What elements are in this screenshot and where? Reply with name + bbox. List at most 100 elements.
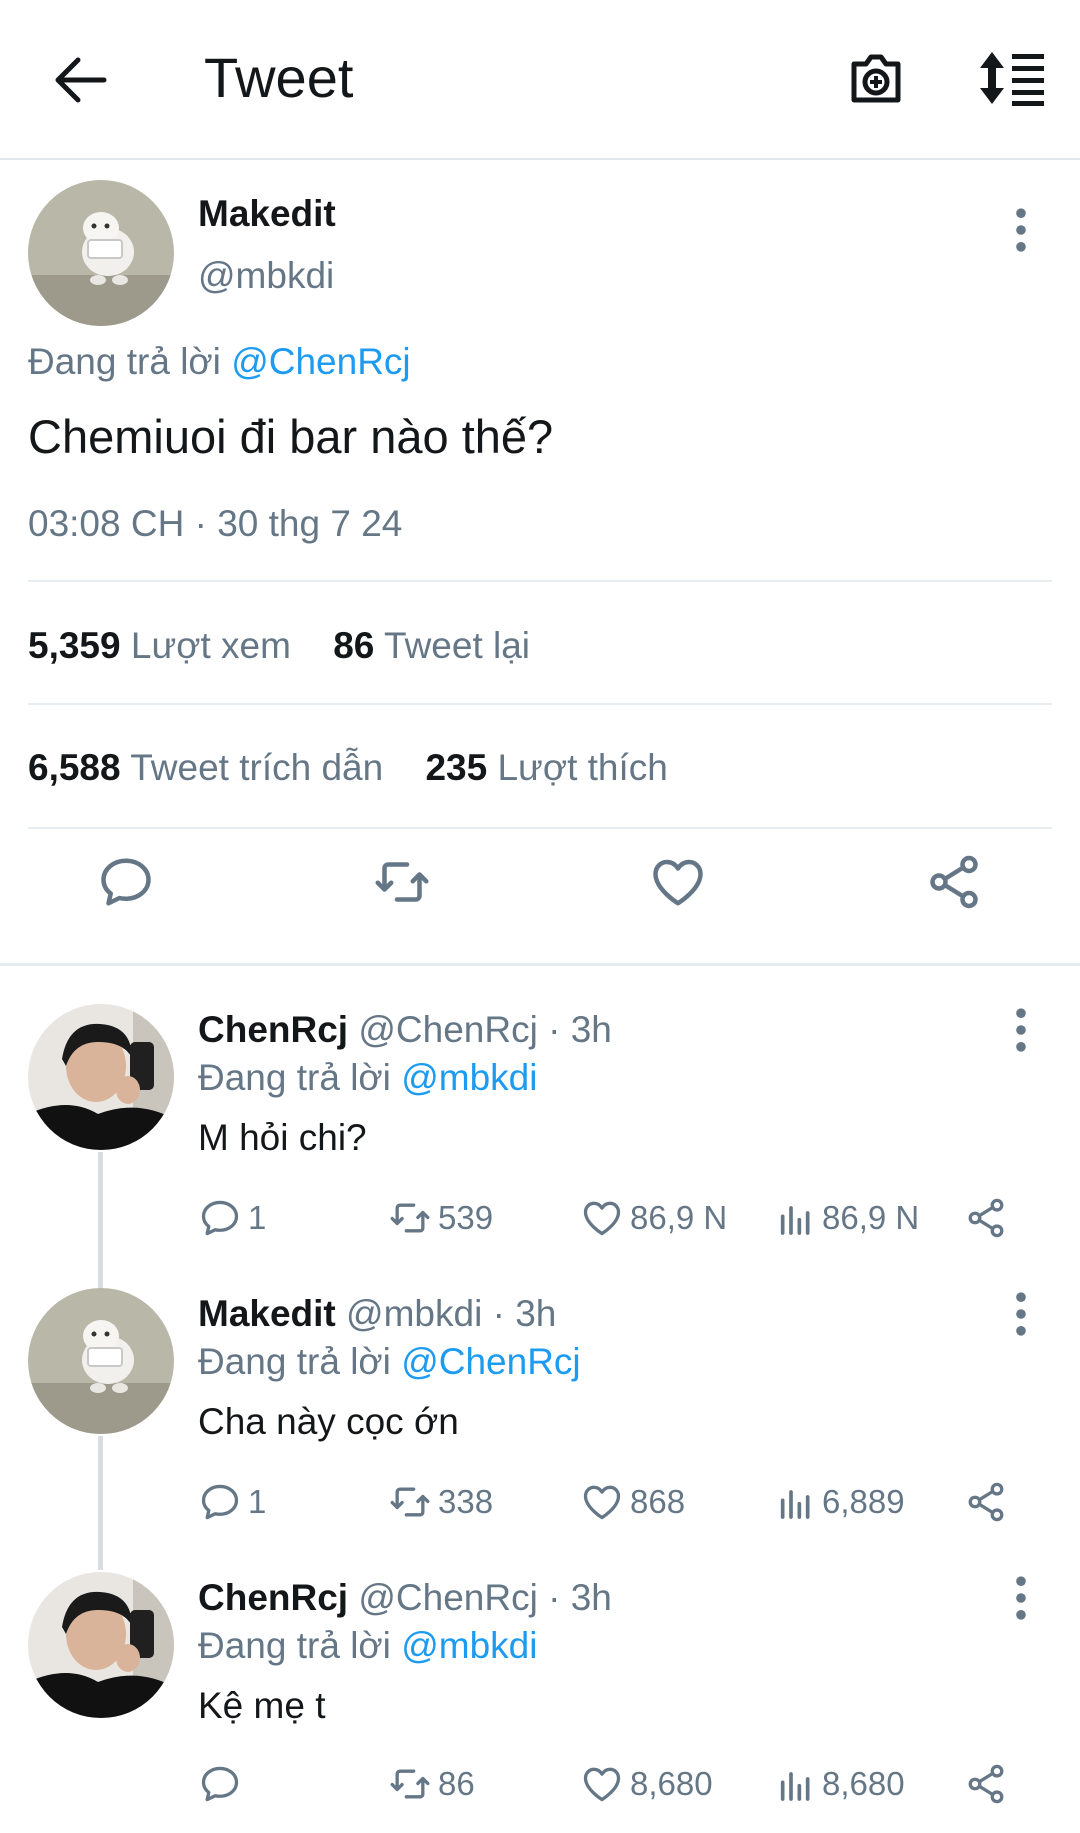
retweets-stat[interactable]: 86 Tweet lại bbox=[333, 625, 530, 666]
views-count: 86,9 N bbox=[822, 1199, 920, 1236]
views-count: 8,680 bbox=[822, 1765, 905, 1802]
share-icon[interactable] bbox=[924, 852, 984, 912]
author-handle[interactable]: @ChenRcj bbox=[358, 1009, 537, 1050]
divider bbox=[28, 703, 1052, 705]
reply-time: · 3h bbox=[492, 1293, 557, 1334]
more-options-icon[interactable] bbox=[1004, 1574, 1038, 1622]
views-icon bbox=[776, 1482, 816, 1522]
author-handle[interactable]: @mbkdi bbox=[198, 254, 334, 298]
reply-time: · 3h bbox=[548, 1009, 612, 1050]
views-button[interactable]: 86,9 N bbox=[776, 1194, 919, 1242]
avatar[interactable] bbox=[28, 1572, 174, 1718]
section-divider bbox=[0, 963, 1080, 966]
like-button[interactable]: 868 bbox=[580, 1478, 685, 1526]
retweet-button[interactable]: 539 bbox=[388, 1194, 493, 1242]
reply-text: Kệ mẹ t bbox=[198, 1685, 326, 1726]
like-button[interactable]: 8,680 bbox=[580, 1760, 713, 1808]
views-button[interactable]: 8,680 bbox=[776, 1760, 905, 1808]
back-arrow-icon[interactable] bbox=[50, 52, 110, 108]
avatar[interactable] bbox=[28, 1004, 174, 1150]
stats-row-2: 6,588 Tweet trích dẫn 235 Lượt thích bbox=[28, 746, 668, 790]
views-count: 5,359 bbox=[28, 625, 121, 666]
like-count: 868 bbox=[630, 1483, 686, 1520]
camera-plus-icon[interactable] bbox=[846, 48, 906, 108]
reply-count: 1 bbox=[248, 1483, 267, 1520]
reply-header: ChenRcj @ChenRcj · 3h bbox=[198, 1008, 612, 1052]
reply-time: · 3h bbox=[548, 1577, 612, 1618]
reply-button[interactable]: 1 bbox=[198, 1478, 266, 1526]
author-name[interactable]: Makedit bbox=[198, 1293, 336, 1334]
replying-prefix: Đang trả lời bbox=[198, 1057, 391, 1098]
likes-count: 235 bbox=[425, 747, 488, 788]
like-count: 8,680 bbox=[630, 1765, 713, 1802]
retweet-icon bbox=[388, 1480, 432, 1524]
more-options-icon[interactable] bbox=[1004, 1006, 1038, 1054]
views-stat[interactable]: 5,359 Lượt xem bbox=[28, 625, 291, 666]
views-icon bbox=[776, 1198, 816, 1238]
reply-header: ChenRcj @ChenRcj · 3h bbox=[198, 1576, 612, 1620]
replying-to: Đang trả lời @ChenRcj bbox=[198, 1340, 581, 1384]
top-app-bar: Tweet bbox=[0, 0, 1080, 160]
replying-to: Đang trả lời @ChenRcj bbox=[28, 340, 411, 384]
retweet-button[interactable]: 86 bbox=[388, 1760, 475, 1808]
thread-connector bbox=[98, 1152, 103, 1292]
share-button[interactable] bbox=[964, 1194, 1014, 1242]
author-handle[interactable]: @mbkdi bbox=[346, 1293, 482, 1334]
likes-label: Lượt thích bbox=[497, 747, 668, 788]
tweet-timestamp: 03:08 CH · 30 thg 7 24 bbox=[28, 503, 403, 544]
reply-count: 1 bbox=[248, 1199, 267, 1236]
replying-prefix: Đang trả lời bbox=[198, 1625, 391, 1666]
avatar[interactable] bbox=[28, 180, 174, 326]
like-button[interactable]: 86,9 N bbox=[580, 1194, 727, 1242]
author-name[interactable]: ChenRcj bbox=[198, 1577, 348, 1618]
more-options-icon[interactable] bbox=[1004, 1290, 1038, 1338]
author-name[interactable]: ChenRcj bbox=[198, 1009, 348, 1050]
quotes-label: Tweet trích dẫn bbox=[130, 747, 384, 788]
replying-to-link[interactable]: @mbkdi bbox=[401, 1057, 537, 1098]
tweet-action-bar bbox=[0, 852, 1080, 936]
reply-button[interactable] bbox=[198, 1760, 248, 1808]
retweets-count: 86 bbox=[333, 625, 375, 666]
more-options-icon[interactable] bbox=[1004, 206, 1038, 254]
replying-to-link[interactable]: @ChenRcj bbox=[231, 341, 410, 382]
sort-list-icon[interactable] bbox=[976, 50, 1048, 106]
retweet-icon[interactable] bbox=[372, 852, 432, 912]
thread-connector bbox=[98, 1436, 103, 1570]
retweet-count: 539 bbox=[438, 1199, 494, 1236]
reply-icon[interactable] bbox=[96, 852, 156, 912]
author-handle[interactable]: @ChenRcj bbox=[358, 1577, 537, 1618]
like-icon bbox=[580, 1480, 624, 1524]
retweet-button[interactable]: 338 bbox=[388, 1478, 493, 1526]
like-icon bbox=[580, 1196, 624, 1240]
tweet-text: Chemiuoi đi bar nào thế? bbox=[28, 410, 554, 463]
views-label: Lượt xem bbox=[130, 625, 291, 666]
replying-prefix: Đang trả lời bbox=[198, 1341, 391, 1382]
retweet-count: 86 bbox=[438, 1765, 475, 1802]
reply-icon bbox=[198, 1480, 242, 1524]
share-button[interactable] bbox=[964, 1478, 1014, 1526]
avatar[interactable] bbox=[28, 1288, 174, 1434]
reply-button[interactable]: 1 bbox=[198, 1194, 266, 1242]
like-icon[interactable] bbox=[648, 852, 708, 912]
reply-icon bbox=[198, 1762, 242, 1806]
likes-stat[interactable]: 235 Lượt thích bbox=[425, 747, 667, 788]
views-button[interactable]: 6,889 bbox=[776, 1478, 905, 1526]
replying-to-link[interactable]: @mbkdi bbox=[401, 1625, 537, 1666]
share-icon bbox=[964, 1480, 1008, 1524]
quotes-stat[interactable]: 6,588 Tweet trích dẫn bbox=[28, 747, 383, 788]
reply-header: Makedit @mbkdi · 3h bbox=[198, 1292, 556, 1336]
share-icon bbox=[964, 1762, 1008, 1806]
like-icon bbox=[580, 1762, 624, 1806]
author-name[interactable]: Makedit bbox=[198, 192, 336, 236]
page-title: Tweet bbox=[204, 46, 354, 109]
retweet-icon bbox=[388, 1196, 432, 1240]
reply-action-bar: 86 8,680 8,680 bbox=[198, 1760, 1058, 1808]
replying-to-link[interactable]: @ChenRcj bbox=[401, 1341, 580, 1382]
share-icon bbox=[964, 1196, 1008, 1240]
reply-action-bar: 1 338 868 6,889 bbox=[198, 1478, 1058, 1526]
share-button[interactable] bbox=[964, 1760, 1014, 1808]
replying-to: Đang trả lời @mbkdi bbox=[198, 1056, 537, 1100]
views-count: 6,889 bbox=[822, 1483, 905, 1520]
divider bbox=[28, 827, 1052, 829]
quotes-count: 6,588 bbox=[28, 747, 121, 788]
